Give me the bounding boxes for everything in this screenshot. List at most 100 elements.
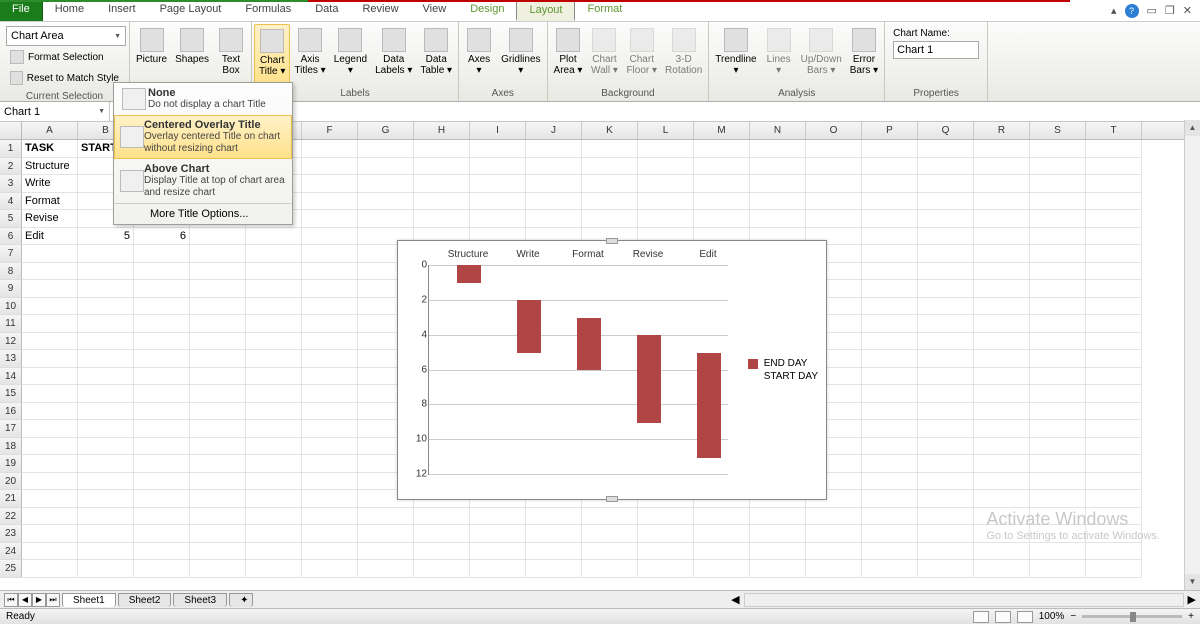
cell[interactable] xyxy=(526,158,582,176)
col-header[interactable]: O xyxy=(806,122,862,139)
cell[interactable] xyxy=(358,525,414,543)
cell[interactable] xyxy=(1030,245,1086,263)
cell[interactable] xyxy=(78,333,134,351)
row-header[interactable]: 21 xyxy=(0,490,22,508)
col-header[interactable]: N xyxy=(750,122,806,139)
cell[interactable] xyxy=(974,368,1030,386)
row-header[interactable]: 6 xyxy=(0,228,22,246)
cell[interactable] xyxy=(1030,403,1086,421)
row-header[interactable]: 24 xyxy=(0,543,22,561)
cell[interactable] xyxy=(134,368,190,386)
cell[interactable] xyxy=(358,193,414,211)
cell[interactable] xyxy=(1030,158,1086,176)
cell[interactable] xyxy=(302,385,358,403)
col-header[interactable]: K xyxy=(582,122,638,139)
view-page-layout-button[interactable] xyxy=(995,611,1011,623)
row-header[interactable]: 22 xyxy=(0,508,22,526)
cell[interactable] xyxy=(302,333,358,351)
cell[interactable] xyxy=(974,210,1030,228)
cell[interactable] xyxy=(806,175,862,193)
cell[interactable] xyxy=(134,525,190,543)
cell[interactable] xyxy=(246,263,302,281)
cell[interactable] xyxy=(302,298,358,316)
cell[interactable] xyxy=(918,333,974,351)
cell[interactable] xyxy=(302,560,358,578)
cell[interactable] xyxy=(22,508,78,526)
cell[interactable] xyxy=(22,403,78,421)
cell[interactable] xyxy=(974,543,1030,561)
sheet-nav-first[interactable]: ⏮ xyxy=(4,593,18,607)
cell[interactable] xyxy=(694,175,750,193)
cell[interactable]: TASK xyxy=(22,140,78,158)
cell[interactable] xyxy=(750,560,806,578)
cell[interactable] xyxy=(750,175,806,193)
cell[interactable] xyxy=(862,333,918,351)
cell[interactable] xyxy=(246,525,302,543)
cell[interactable] xyxy=(302,525,358,543)
cell[interactable] xyxy=(862,315,918,333)
cell[interactable] xyxy=(862,228,918,246)
cell[interactable] xyxy=(358,560,414,578)
cell[interactable] xyxy=(190,543,246,561)
cell[interactable] xyxy=(806,210,862,228)
cell[interactable] xyxy=(302,175,358,193)
horizontal-scrollbar[interactable]: ◀ ▶ xyxy=(727,593,1200,607)
col-header[interactable]: G xyxy=(358,122,414,139)
cell[interactable] xyxy=(806,525,862,543)
cell[interactable] xyxy=(1086,560,1142,578)
chart-bar[interactable] xyxy=(577,318,601,371)
cell[interactable] xyxy=(190,560,246,578)
cell[interactable] xyxy=(78,245,134,263)
col-header[interactable]: H xyxy=(414,122,470,139)
cell[interactable] xyxy=(78,560,134,578)
cell[interactable] xyxy=(78,438,134,456)
cell[interactable] xyxy=(190,455,246,473)
cell[interactable] xyxy=(470,543,526,561)
col-header[interactable]: I xyxy=(470,122,526,139)
sheet-tab-1[interactable]: Sheet1 xyxy=(62,593,116,607)
cell[interactable] xyxy=(1086,385,1142,403)
chart-element-selector[interactable]: Chart Area ▼ xyxy=(6,26,126,46)
cell[interactable] xyxy=(638,560,694,578)
cell[interactable] xyxy=(414,193,470,211)
cell[interactable] xyxy=(526,140,582,158)
cell[interactable] xyxy=(918,175,974,193)
cell[interactable] xyxy=(302,455,358,473)
axis-titles-button[interactable]: Axis Titles ▾ xyxy=(290,24,329,87)
cell[interactable] xyxy=(1030,385,1086,403)
cell[interactable] xyxy=(134,473,190,491)
cell[interactable] xyxy=(1086,175,1142,193)
cell[interactable] xyxy=(22,455,78,473)
cell[interactable] xyxy=(1086,455,1142,473)
cell[interactable] xyxy=(134,438,190,456)
cell[interactable] xyxy=(918,140,974,158)
cell[interactable] xyxy=(862,438,918,456)
cell[interactable] xyxy=(246,245,302,263)
row-header[interactable]: 5 xyxy=(0,210,22,228)
cell[interactable] xyxy=(918,473,974,491)
cell[interactable] xyxy=(862,525,918,543)
cell[interactable] xyxy=(134,508,190,526)
vertical-scrollbar[interactable]: ▲ ▼ xyxy=(1184,120,1200,590)
cell[interactable] xyxy=(246,438,302,456)
picture-button[interactable]: Picture xyxy=(132,24,171,87)
axes-button[interactable]: Axes ▾ xyxy=(461,24,497,87)
row-header[interactable]: 10 xyxy=(0,298,22,316)
cell[interactable] xyxy=(694,193,750,211)
cell[interactable] xyxy=(22,438,78,456)
row-header[interactable]: 25 xyxy=(0,560,22,578)
cell[interactable] xyxy=(806,140,862,158)
col-header[interactable]: A xyxy=(22,122,78,139)
cell[interactable] xyxy=(526,210,582,228)
cell[interactable] xyxy=(918,560,974,578)
view-page-break-button[interactable] xyxy=(1017,611,1033,623)
cell[interactable] xyxy=(974,298,1030,316)
cell[interactable] xyxy=(1030,368,1086,386)
cell[interactable] xyxy=(22,315,78,333)
cell[interactable] xyxy=(190,473,246,491)
cell[interactable] xyxy=(190,368,246,386)
cell[interactable] xyxy=(1030,490,1086,508)
cell[interactable] xyxy=(190,315,246,333)
cell[interactable] xyxy=(918,245,974,263)
cell[interactable] xyxy=(974,245,1030,263)
